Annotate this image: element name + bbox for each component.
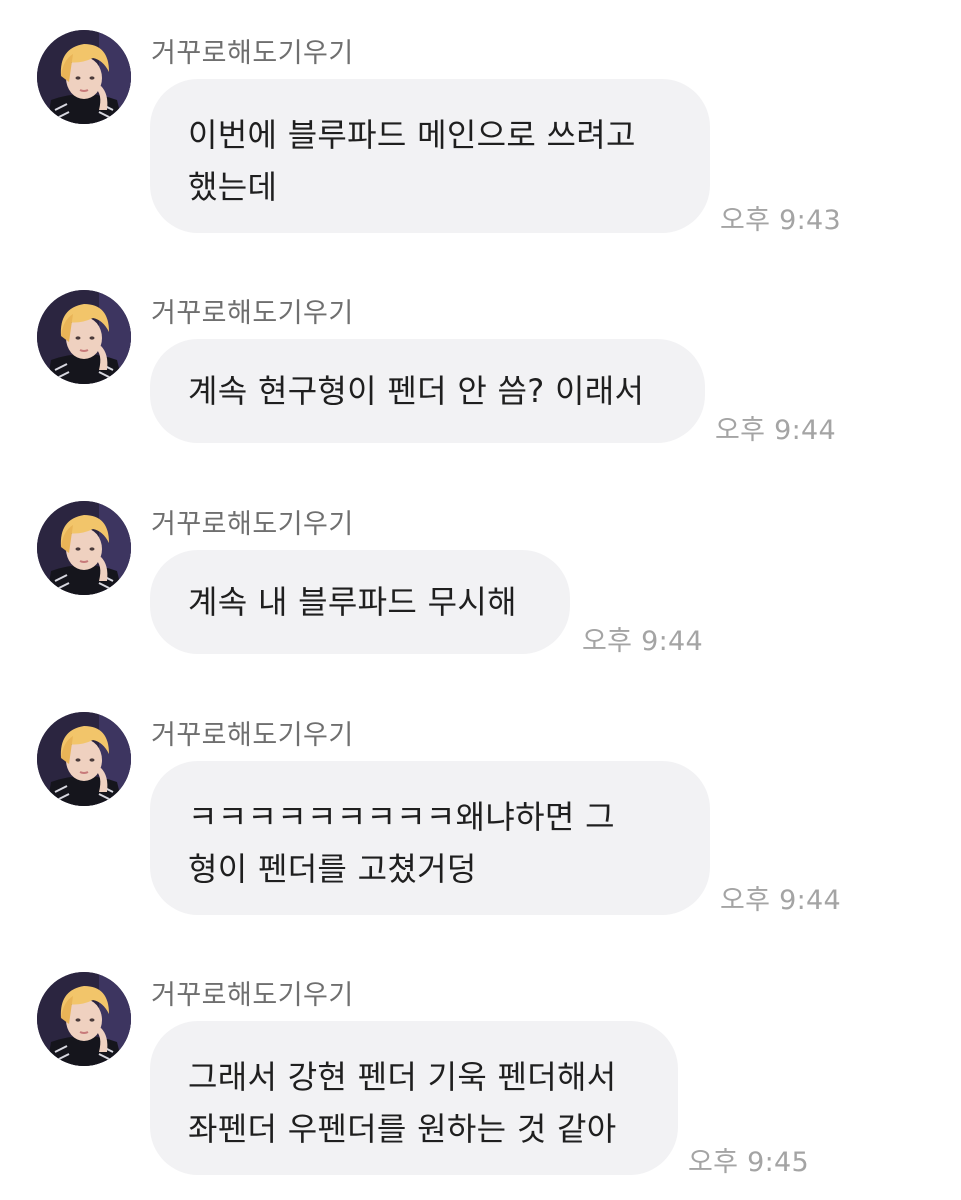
sender-name: 거꾸로해도기우기 — [151, 980, 354, 1011]
profile-photo-icon — [37, 712, 131, 806]
chat-message: 거꾸로해도기우기 계속 내 블루파드 무시해 오후 9:44 — [0, 471, 961, 681]
profile-photo-icon — [37, 501, 131, 595]
sender-name: 거꾸로해도기우기 — [151, 509, 354, 540]
message-time: 오후 9:44 — [582, 626, 703, 657]
profile-photo-icon — [37, 30, 131, 124]
profile-photo-icon — [37, 290, 131, 384]
message-text: 그래서 강현 펜더 기욱 펜더해서 좌펜더 우펜더를 원하는 것 같아 — [188, 1058, 617, 1148]
message-time: 오후 9:43 — [720, 205, 841, 236]
message-time: 오후 9:44 — [715, 415, 836, 446]
sender-name: 거꾸로해도기우기 — [151, 720, 354, 751]
message-time: 오후 9:44 — [720, 885, 841, 916]
message-time: 오후 9:45 — [688, 1147, 809, 1178]
message-bubble[interactable]: 계속 내 블루파드 무시해 — [150, 550, 570, 654]
sender-name: 거꾸로해도기우기 — [151, 38, 354, 69]
chat-message: 거꾸로해도기우기 이번에 블루파드 메인으로 쓰려고 했는데 오후 9:43 — [0, 0, 961, 250]
message-text: 계속 내 블루파드 무시해 — [188, 583, 517, 621]
message-bubble[interactable]: 계속 현구형이 펜더 안 씀? 이래서 — [150, 339, 705, 443]
avatar[interactable] — [37, 30, 131, 124]
avatar[interactable] — [37, 501, 131, 595]
message-bubble[interactable]: 이번에 블루파드 메인으로 쓰려고 했는데 — [150, 79, 710, 233]
avatar[interactable] — [37, 290, 131, 384]
message-text: ㅋㅋㅋㅋㅋㅋㅋㅋㅋ왜냐하면 그 형이 펜더를 고쳤거덩 — [188, 798, 615, 888]
chat-message: 거꾸로해도기우기 그래서 강현 펜더 기욱 펜더해서 좌펜더 우펜더를 원하는 … — [0, 942, 961, 1200]
avatar[interactable] — [37, 712, 131, 806]
message-text: 이번에 블루파드 메인으로 쓰려고 했는데 — [188, 116, 636, 206]
chat-message: 거꾸로해도기우기 ㅋㅋㅋㅋㅋㅋㅋㅋㅋ왜냐하면 그 형이 펜더를 고쳤거덩 오후 … — [0, 682, 961, 932]
message-text: 계속 현구형이 펜더 안 씀? 이래서 — [188, 372, 645, 410]
chat-message: 거꾸로해도기우기 계속 현구형이 펜더 안 씀? 이래서 오후 9:44 — [0, 260, 961, 470]
message-bubble[interactable]: ㅋㅋㅋㅋㅋㅋㅋㅋㅋ왜냐하면 그 형이 펜더를 고쳤거덩 — [150, 761, 710, 915]
sender-name: 거꾸로해도기우기 — [151, 298, 354, 329]
avatar[interactable] — [37, 972, 131, 1066]
profile-photo-icon — [37, 972, 131, 1066]
message-bubble[interactable]: 그래서 강현 펜더 기욱 펜더해서 좌펜더 우펜더를 원하는 것 같아 — [150, 1021, 678, 1175]
